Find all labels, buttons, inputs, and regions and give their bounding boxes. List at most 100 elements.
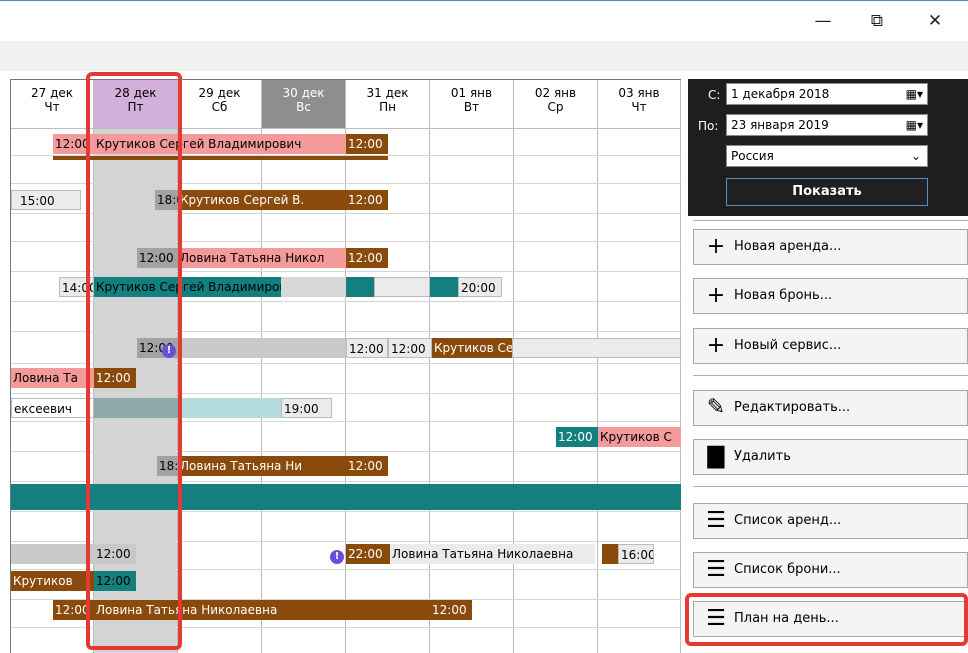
booking-bar[interactable]: Ловина Татьяна Николаевна [94,600,430,620]
row-separator [11,271,681,272]
day-of-week: Вс [296,100,311,114]
day-header[interactable]: 03 янв Чт [598,80,681,129]
day-column [430,80,514,653]
booking-end[interactable]: 12:00 [346,338,388,358]
booking-bar[interactable]: Ловина Татьяна Ни [178,456,346,476]
day-column [11,80,94,653]
info-icon[interactable]: ! [162,344,176,358]
booking-bar[interactable]: Ловина Татьяна Никол [178,248,346,268]
booking-start[interactable]: 12:00 [388,338,432,358]
country-select[interactable]: Россия ⌄ [726,145,928,167]
booking-start[interactable]: 12:00 [137,248,178,268]
booking-end[interactable]: 12:00 [94,544,136,564]
booking-end[interactable]: 12:00 [346,456,388,476]
day-of-week: Пн [379,100,396,114]
day-date: 28 дек [114,86,157,100]
booking-calendar[interactable]: 27 дек Чт 28 дек Пт 29 дек Сб 30 дек Вс 31 д… [10,79,681,653]
row-separator [11,627,681,628]
plus-icon: + [706,283,726,308]
booking-start[interactable] [602,544,618,564]
booking-start[interactable]: 12:00 [53,600,94,620]
booking-end[interactable]: 20:00 [458,277,502,297]
new-service-button[interactable]: + Новый сервис... [693,328,968,364]
booking-bar[interactable]: Крутиков [11,571,94,591]
booking-bar-full[interactable] [11,484,681,510]
day-of-week: Чт [631,100,647,114]
booking-end[interactable]: 16:00 [618,544,654,564]
chevron-down-icon: ⌄ [910,149,921,163]
booking-start[interactable]: 22:00 [346,544,390,564]
list-icon: ☰ [706,508,726,533]
booking-end[interactable]: 19:00 [281,398,332,418]
booking-gap [374,277,430,297]
minimize-button[interactable]: — [808,9,838,33]
rent-list-button[interactable]: ☰ Список аренд... [693,503,968,539]
booking-end[interactable]: 12:00 [94,571,136,591]
show-button[interactable]: Показать [726,178,928,206]
booking-start[interactable]: 18:00 [155,190,178,210]
row-separator [11,511,681,512]
booking-bar[interactable]: Крутиков Сергей В. [178,190,346,210]
row-separator [11,213,681,214]
close-button[interactable]: ✕ [920,9,950,33]
button-label: Новая бронь... [734,288,833,303]
day-column [514,80,598,653]
booking-bar[interactable] [94,398,178,418]
info-icon[interactable]: ! [330,550,344,564]
booking-start[interactable]: 18:00 [157,456,178,476]
from-date-field[interactable]: 1 декабря 2018 ▦▾ [726,83,928,105]
booking-strip [53,156,388,160]
day-header-selected[interactable]: 28 дек Пт [94,80,178,129]
booking-end[interactable]: 12:00 [430,600,472,620]
delete-button[interactable]: ▇ Удалить [693,439,968,475]
new-rent-button[interactable]: + Новая аренда... [693,229,968,265]
new-booking-button[interactable]: + Новая бронь... [693,278,968,314]
booking-bar[interactable]: Ловина Та [11,368,94,388]
day-header[interactable]: 29 дек Сб [178,80,262,129]
calendar-dropdown-icon[interactable]: ▦▾ [906,115,923,135]
row-separator [11,569,681,570]
booking-bar[interactable]: Крутиков Сергей Владимирович [432,338,512,358]
plus-icon: + [706,234,726,259]
day-of-week: Чт [44,100,60,114]
booking-bar[interactable]: Крутиков Сергей Владимирович [94,134,346,154]
booking-end[interactable]: 12:00 [346,248,388,268]
day-header[interactable]: 27 дек Чт [11,80,94,129]
day-header[interactable]: 31 дек Пн [346,80,430,129]
day-header-today[interactable]: 30 дек Вс [262,80,346,129]
booking-bar[interactable] [346,277,374,297]
day-date: 01 янв [450,86,493,100]
booking-start[interactable]: 12:00 [556,427,598,447]
booking-bar[interactable]: 15:00 [11,190,81,210]
booking-end[interactable]: 12:00 [346,190,388,210]
booking-bar[interactable] [178,398,281,418]
divider [693,375,968,376]
day-header[interactable]: 01 янв Вт [430,80,514,129]
booking-start[interactable]: 12:00 [53,134,94,154]
window-titlebar: — ⧉ ✕ [0,0,968,41]
row-separator [11,331,681,332]
day-plan-button[interactable]: ☰ План на день... [693,601,968,637]
from-date-value: 1 декабря 2018 [731,87,830,101]
booking-start[interactable]: 14:00 [59,277,94,297]
booking-end[interactable]: 12:00 [94,368,136,388]
booking-end[interactable]: 12:00 [346,134,388,154]
day-header[interactable]: 02 янв Ср [514,80,598,129]
booking-bar-continuation[interactable] [512,338,681,358]
calendar-dropdown-icon[interactable]: ▦▾ [906,84,923,104]
booking-bar[interactable]: ексеевич [11,398,94,418]
restore-button[interactable]: ⧉ [862,9,892,33]
edit-button[interactable]: ✎ Редактировать... [693,390,968,426]
booking-bar[interactable] [430,277,458,297]
row-separator [11,421,681,422]
button-label: Список аренд... [734,513,842,528]
from-label: С: [708,88,721,102]
booking-bar[interactable] [11,544,94,564]
to-date-field[interactable]: 23 января 2019 ▦▾ [726,114,928,136]
booking-bar[interactable]: Ловина Татьяна Николаевна [390,544,595,564]
booking-list-button[interactable]: ☰ Список брони... [693,552,968,588]
booking-bar[interactable]: Крутиков С [598,427,681,447]
day-column [598,80,681,653]
day-column [262,80,346,653]
booking-bar[interactable] [178,338,346,358]
